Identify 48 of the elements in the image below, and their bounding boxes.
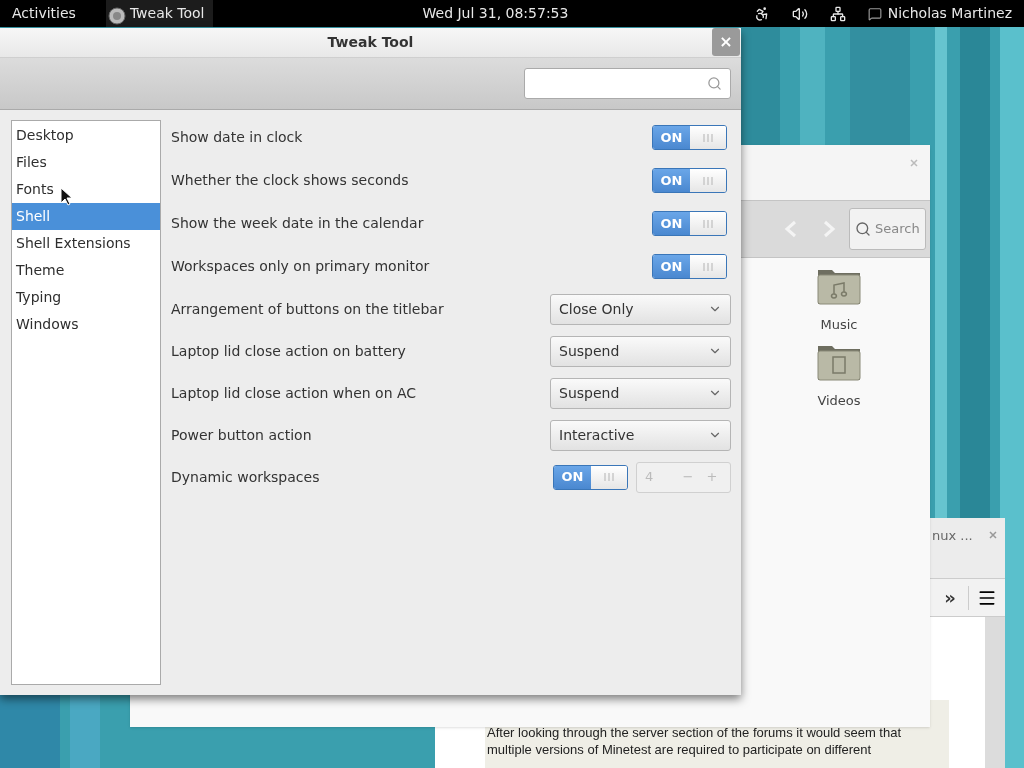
setting-label: Laptop lid close action when on AC bbox=[171, 383, 417, 403]
switch-state: ON bbox=[660, 128, 683, 147]
search-icon bbox=[855, 221, 871, 237]
setting-label: Dynamic workspaces bbox=[171, 467, 320, 487]
category-item[interactable]: Desktop bbox=[12, 122, 160, 149]
chat-icon bbox=[867, 6, 882, 21]
grip-icon bbox=[702, 175, 714, 186]
grip-icon bbox=[702, 261, 714, 272]
folder-label[interactable]: Videos bbox=[817, 390, 861, 410]
dropdown[interactable]: Interactive bbox=[550, 419, 731, 451]
setting-label: Show the week date in the calendar bbox=[171, 214, 424, 233]
switch-state: ON bbox=[561, 468, 584, 487]
category-item[interactable]: Shell Extensions bbox=[12, 230, 160, 257]
dropdown[interactable]: Suspend bbox=[550, 377, 731, 409]
scrollbar[interactable] bbox=[985, 617, 1005, 768]
search-icon bbox=[707, 76, 722, 91]
switch-state: ON bbox=[660, 257, 683, 276]
dropdown[interactable]: Suspend bbox=[550, 335, 731, 367]
dropdown[interactable]: Close Only bbox=[550, 293, 731, 325]
user-menu[interactable]: Nicholas Martinez bbox=[887, 3, 1012, 24]
clock[interactable]: Wed Jul 31, 08:57:53 bbox=[422, 3, 569, 24]
category-item[interactable]: Windows bbox=[12, 311, 160, 338]
window-title: Tweak Tool bbox=[327, 33, 414, 52]
category-item[interactable]: Typing bbox=[12, 284, 160, 311]
folder-label[interactable]: Music bbox=[820, 315, 858, 335]
music-folder-icon[interactable] bbox=[817, 267, 861, 305]
setting-label: Workspaces only on primary monitor bbox=[171, 257, 430, 276]
grip-icon bbox=[702, 218, 714, 229]
network-icon[interactable] bbox=[829, 5, 846, 22]
category-item[interactable]: Files bbox=[12, 149, 160, 176]
grip-icon bbox=[702, 132, 714, 143]
setting-label: Show date in clock bbox=[171, 128, 303, 147]
category-item[interactable]: Theme bbox=[12, 257, 160, 284]
activities-button[interactable]: Activities bbox=[12, 3, 76, 24]
category-item[interactable]: Fonts bbox=[12, 176, 160, 203]
cursor-icon bbox=[60, 187, 72, 206]
grip-icon bbox=[603, 472, 615, 482]
volume-icon[interactable] bbox=[791, 5, 808, 22]
overflow-button[interactable]: » bbox=[936, 584, 964, 611]
switch-state: ON bbox=[660, 214, 683, 233]
search-field[interactable] bbox=[524, 68, 731, 99]
window-title: nux ... bbox=[932, 527, 973, 545]
switch-state: ON bbox=[660, 171, 683, 190]
accessibility-icon[interactable] bbox=[753, 5, 770, 22]
setting-label: Whether the clock shows seconds bbox=[171, 171, 409, 190]
setting-label: Arrangement of buttons on the titlebar bbox=[171, 299, 444, 319]
setting-label: Laptop lid close action on battery bbox=[171, 341, 406, 361]
setting-label: Power button action bbox=[171, 425, 312, 445]
